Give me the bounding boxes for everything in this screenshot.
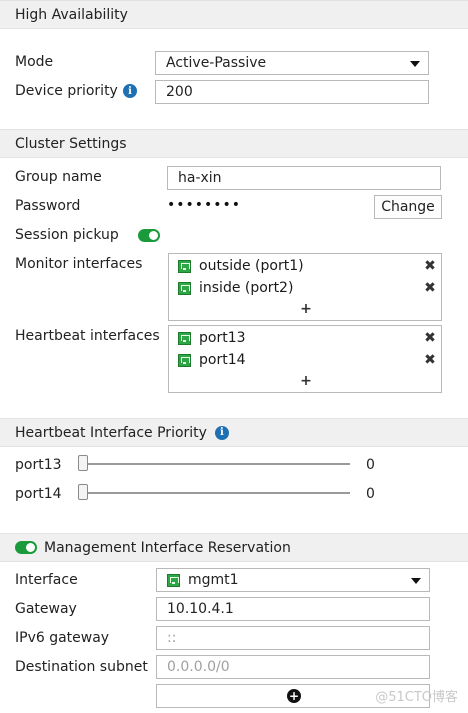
section-header-high-availability: High Availability bbox=[0, 0, 468, 29]
list-item: outside (port1) ✖ bbox=[178, 256, 441, 276]
device-priority-value: 200 bbox=[166, 84, 193, 100]
port13-priority-value: 0 bbox=[366, 457, 375, 473]
device-priority-label: Device priority bbox=[15, 83, 118, 99]
section-title: Management Interface Reservation bbox=[44, 539, 291, 556]
port-icon bbox=[178, 353, 191, 367]
ipv6-gateway-label: IPv6 gateway bbox=[15, 630, 110, 646]
password-mask: •••••••• bbox=[167, 197, 242, 213]
gateway-value: 10.10.4.1 bbox=[167, 601, 234, 617]
session-pickup-label: Session pickup bbox=[15, 227, 119, 243]
chevron-down-icon bbox=[411, 578, 421, 584]
remove-icon[interactable]: ✖ bbox=[424, 353, 436, 367]
ipv6-gateway-placeholder: :: bbox=[167, 630, 177, 646]
destination-subnet-placeholder: 0.0.0.0/0 bbox=[167, 659, 230, 675]
session-pickup-toggle[interactable] bbox=[138, 229, 160, 242]
destination-subnet-label: Destination subnet bbox=[15, 659, 148, 675]
remove-icon[interactable]: ✖ bbox=[424, 259, 436, 273]
change-password-button[interactable]: Change bbox=[374, 195, 442, 219]
section-title: High Availability bbox=[15, 6, 128, 23]
port-icon bbox=[178, 331, 191, 345]
section-header-cluster-settings: Cluster Settings bbox=[0, 129, 468, 158]
heartbeat-interfaces-box[interactable]: port13 ✖ port14 ✖ + bbox=[168, 325, 442, 393]
list-item: port14 ✖ bbox=[178, 350, 441, 370]
gateway-input[interactable]: 10.10.4.1 bbox=[156, 597, 430, 621]
port-icon bbox=[178, 259, 191, 273]
add-circle-icon[interactable]: + bbox=[287, 689, 301, 703]
list-item: inside (port2) ✖ bbox=[178, 278, 441, 298]
monitor-interfaces-label: Monitor interfaces bbox=[15, 256, 143, 272]
ipv6-gateway-input[interactable]: :: bbox=[156, 626, 430, 650]
interface-name: port13 bbox=[199, 330, 246, 346]
heartbeat-interfaces-label: Heartbeat interfaces bbox=[15, 328, 160, 344]
add-interface-icon[interactable]: + bbox=[300, 301, 312, 317]
info-icon[interactable]: i bbox=[214, 425, 229, 440]
remove-icon[interactable]: ✖ bbox=[424, 331, 436, 345]
remove-icon[interactable]: ✖ bbox=[424, 281, 436, 295]
management-reservation-toggle[interactable] bbox=[15, 541, 37, 554]
password-label: Password bbox=[15, 198, 81, 214]
port14-slider-handle[interactable] bbox=[78, 484, 88, 500]
interface-name: outside (port1) bbox=[199, 258, 304, 274]
group-name-value: ha-xin bbox=[178, 170, 222, 186]
section-title: Cluster Settings bbox=[15, 135, 127, 152]
interface-select[interactable]: mgmt1 bbox=[156, 568, 430, 592]
section-title: Heartbeat Interface Priority bbox=[15, 424, 207, 441]
port13-slider-track[interactable] bbox=[80, 463, 350, 465]
port14-slider-track[interactable] bbox=[80, 492, 350, 494]
port-icon bbox=[167, 573, 180, 587]
add-interface-icon[interactable]: + bbox=[300, 373, 312, 389]
mode-value: Active-Passive bbox=[166, 55, 267, 71]
group-name-input[interactable]: ha-xin bbox=[167, 166, 441, 190]
mode-label: Mode bbox=[15, 54, 54, 70]
group-name-label: Group name bbox=[15, 169, 102, 185]
port14-priority-label: port14 bbox=[15, 486, 62, 502]
gateway-label: Gateway bbox=[15, 601, 77, 617]
monitor-interfaces-box[interactable]: outside (port1) ✖ inside (port2) ✖ + bbox=[168, 253, 442, 321]
port13-priority-label: port13 bbox=[15, 457, 62, 473]
section-header-heartbeat-priority: Heartbeat Interface Priority i bbox=[0, 418, 468, 447]
port14-priority-value: 0 bbox=[366, 486, 375, 502]
info-icon[interactable]: i bbox=[123, 84, 137, 98]
watermark: @51CTO博客 bbox=[375, 690, 458, 705]
interface-name: inside (port2) bbox=[199, 280, 294, 296]
section-header-management-reservation: Management Interface Reservation bbox=[0, 533, 468, 562]
device-priority-input[interactable]: 200 bbox=[155, 80, 429, 104]
port13-slider-handle[interactable] bbox=[78, 455, 88, 471]
port-icon bbox=[178, 281, 191, 295]
mode-select[interactable]: Active-Passive bbox=[155, 51, 429, 75]
list-item: port13 ✖ bbox=[178, 328, 441, 348]
chevron-down-icon bbox=[410, 61, 420, 67]
destination-subnet-input[interactable]: 0.0.0.0/0 bbox=[156, 655, 430, 679]
interface-name: port14 bbox=[199, 352, 246, 368]
interface-label: Interface bbox=[15, 572, 78, 588]
interface-value: mgmt1 bbox=[188, 572, 239, 588]
